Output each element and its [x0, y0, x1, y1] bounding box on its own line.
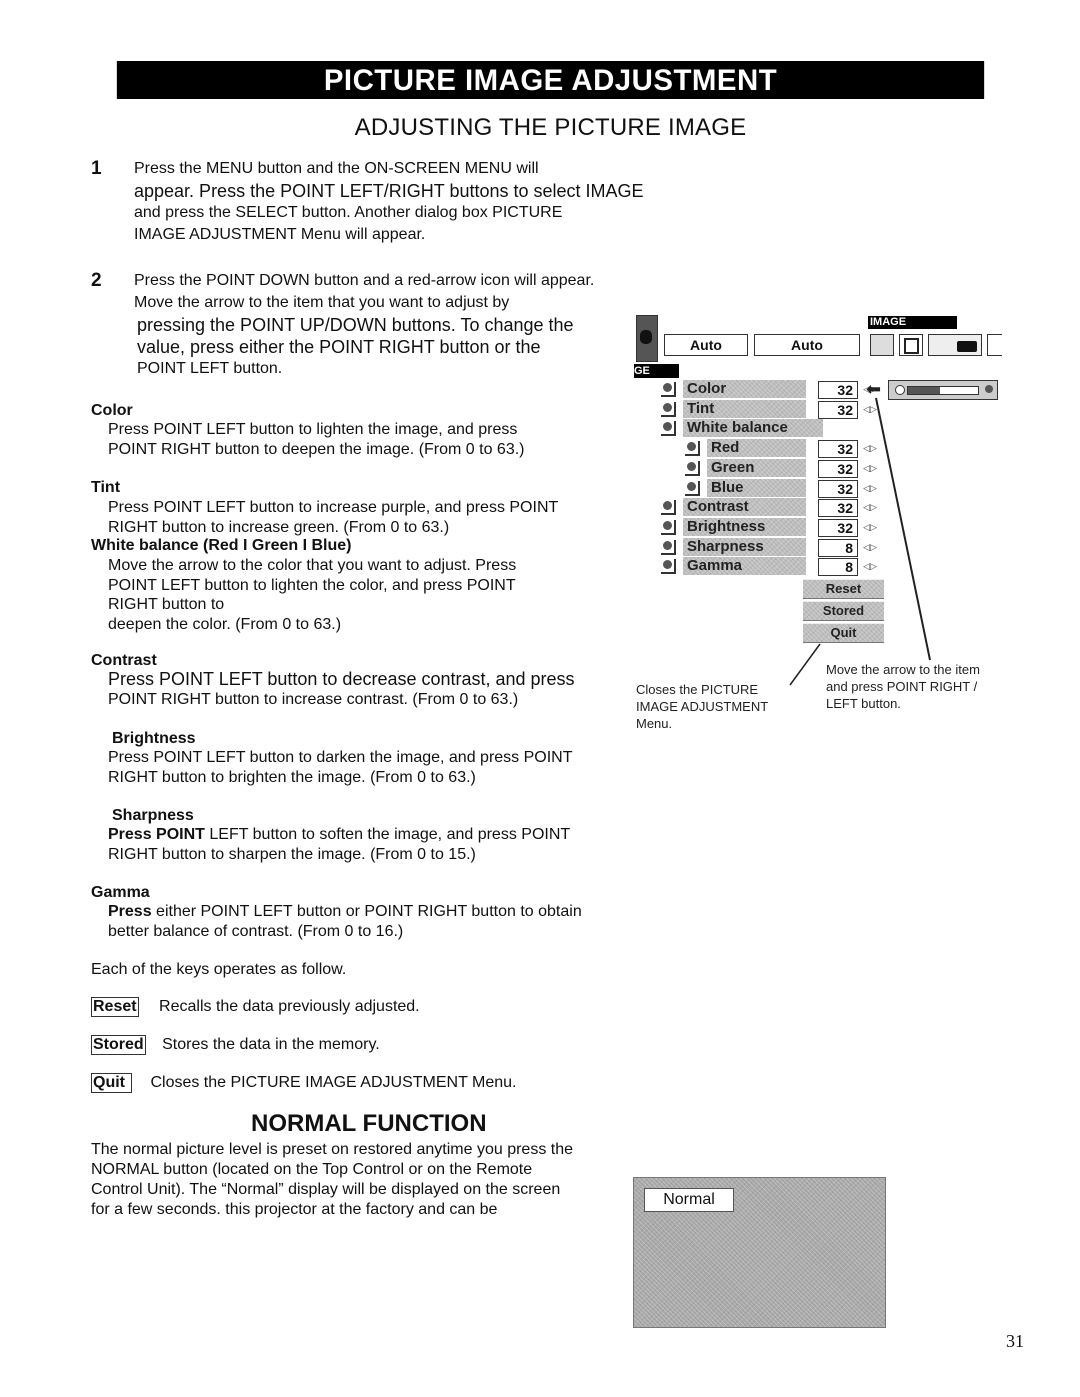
desc-line: The normal picture level is preset on re… [91, 1141, 574, 1158]
callout-line: LEFT button. [826, 696, 901, 711]
callout-closes: Closes the PICTURE IMAGE ADJUSTMENT Menu… [636, 681, 768, 732]
callout-line: Move the arrow to the item [826, 662, 980, 677]
desc-line: Control Unit). The “Normal” display will… [91, 1181, 561, 1198]
callout-line-right [875, 397, 931, 661]
normal-function-title: NORMAL FUNCTION [251, 1110, 487, 1137]
normal-function-description: The normal picture level is preset on re… [91, 1140, 651, 1220]
page-number: 31 [1006, 1331, 1024, 1351]
callout-move-arrow: Move the arrow to the item and press POI… [826, 661, 980, 712]
normal-display-screen: Normal [633, 1177, 886, 1328]
callout-line-left [789, 643, 821, 686]
normal-display-label: Normal [644, 1188, 734, 1212]
callout-line: IMAGE ADJUSTMENT [636, 699, 769, 714]
callout-line: Closes the PICTURE [636, 682, 759, 697]
desc-line: for a few seconds. this projector at the… [91, 1201, 498, 1218]
desc-line: NORMAL button (located on the Top Contro… [91, 1161, 533, 1178]
callout-line: Menu. [636, 716, 673, 731]
callout-line: and press POINT RIGHT / [826, 679, 978, 694]
